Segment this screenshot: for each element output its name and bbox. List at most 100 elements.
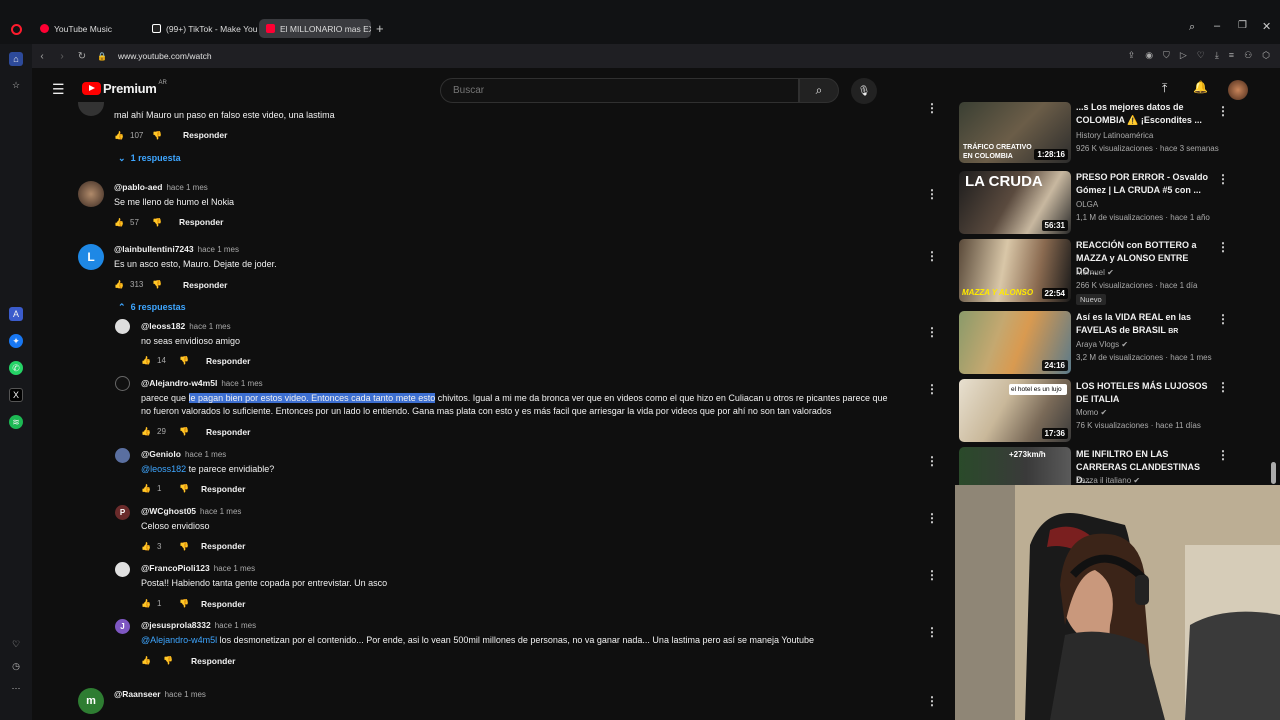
- avatar[interactable]: [78, 181, 104, 207]
- tab-tiktok[interactable]: (99+) TikTok - Make Your D: [145, 19, 257, 38]
- mention-link[interactable]: @leoss182: [141, 464, 186, 474]
- channel-name[interactable]: Momo ✔: [1076, 408, 1107, 417]
- tab-youtube-video[interactable]: El MILLONARIO mas EXC: [259, 19, 371, 38]
- like-icon[interactable]: 👍: [141, 542, 155, 551]
- like-icon[interactable]: 👍: [141, 427, 155, 436]
- pinboard-icon[interactable]: ☆: [9, 78, 23, 92]
- video-thumbnail[interactable]: 24:16: [959, 311, 1071, 374]
- new-tab-button[interactable]: +: [376, 21, 384, 36]
- reply-button[interactable]: Responder: [179, 217, 223, 227]
- video-thumbnail[interactable]: LA CRUDA 56:31: [959, 171, 1071, 234]
- video-thumbnail[interactable]: MAZZA Y ALONSO 22:54: [959, 239, 1071, 302]
- video-title[interactable]: Así es la VIDA REAL en las FAVELAS de BR…: [1076, 311, 1211, 338]
- video-menu-icon[interactable]: ⋮: [1217, 448, 1229, 462]
- notifications-bell-icon[interactable]: 🔔: [1193, 80, 1208, 94]
- extensions-icon[interactable]: ⬡: [1262, 50, 1270, 61]
- reply-button[interactable]: Responder: [201, 599, 245, 609]
- comment-author[interactable]: @lainbullentini7243 hace 1 mes: [114, 244, 239, 254]
- aria-icon[interactable]: A: [9, 307, 23, 321]
- opera-logo-icon[interactable]: [11, 24, 22, 35]
- avatar[interactable]: [115, 448, 130, 463]
- camera-icon[interactable]: ◉: [1145, 50, 1153, 61]
- like-icon[interactable]: 👍: [141, 484, 155, 493]
- comment-menu-icon[interactable]: ⋮: [926, 187, 938, 201]
- avatar[interactable]: [115, 376, 130, 391]
- maximize-button[interactable]: ❐: [1238, 20, 1247, 31]
- like-icon[interactable]: 👍: [141, 356, 155, 365]
- like-icon[interactable]: 👍: [141, 656, 155, 665]
- reply-menu-icon[interactable]: ⋮: [926, 568, 938, 582]
- comment-menu-icon[interactable]: ⋮: [926, 249, 938, 263]
- avatar[interactable]: P: [115, 505, 130, 520]
- close-window-button[interactable]: ✕: [1262, 20, 1271, 33]
- search-input[interactable]: [441, 79, 798, 102]
- player-icon[interactable]: ▷: [1180, 50, 1187, 61]
- avatar[interactable]: J: [115, 619, 130, 634]
- shield-icon[interactable]: ⛉: [1163, 50, 1170, 61]
- more-icon[interactable]: ⋯: [9, 681, 23, 695]
- reload-icon[interactable]: ↻: [72, 51, 92, 62]
- search-button[interactable]: ⌕: [799, 78, 839, 103]
- history-icon[interactable]: ◷: [9, 659, 23, 673]
- url-field[interactable]: www.youtube.com/watch: [118, 51, 212, 61]
- reply-menu-icon[interactable]: ⋮: [926, 454, 938, 468]
- dislike-icon[interactable]: 👎: [152, 280, 166, 289]
- reply-author[interactable]: @leoss182 hace 1 mes: [141, 321, 231, 331]
- messenger-icon[interactable]: ✦: [9, 334, 23, 348]
- youtube-logo[interactable]: Premium AR: [82, 80, 167, 96]
- reply-button[interactable]: Responder: [206, 427, 250, 437]
- avatar[interactable]: L: [78, 244, 104, 270]
- channel-name[interactable]: Mernuel ✔: [1076, 268, 1114, 277]
- reply-button[interactable]: Responder: [201, 541, 245, 551]
- download-icon[interactable]: ⤓: [1215, 50, 1219, 61]
- video-menu-icon[interactable]: ⋮: [1217, 240, 1229, 254]
- like-icon[interactable]: 👍: [114, 280, 128, 289]
- video-thumbnail[interactable]: +273km/h: [959, 447, 1071, 485]
- like-icon[interactable]: 👍: [141, 599, 155, 608]
- dislike-icon[interactable]: 👎: [179, 542, 193, 551]
- channel-name[interactable]: OLGA: [1076, 200, 1098, 209]
- dislike-icon[interactable]: 👎: [152, 131, 166, 140]
- like-icon[interactable]: 👍: [114, 218, 128, 227]
- like-icon[interactable]: 👍: [114, 131, 128, 140]
- reply-author[interactable]: @Geniolo hace 1 mes: [141, 449, 226, 459]
- reply-button[interactable]: Responder: [206, 356, 250, 366]
- dislike-icon[interactable]: 👎: [152, 218, 166, 227]
- profile-icon[interactable]: ⚇: [1244, 50, 1252, 61]
- comment-menu-icon[interactable]: ⋮: [926, 101, 938, 115]
- hide-replies-button[interactable]: ⌃ 6 respuestas: [118, 302, 186, 313]
- account-avatar[interactable]: [1228, 80, 1248, 100]
- channel-name[interactable]: History Latinoamérica: [1076, 131, 1153, 140]
- back-icon[interactable]: ‹: [32, 51, 52, 62]
- dislike-icon[interactable]: 👎: [163, 656, 177, 665]
- mention-link[interactable]: @Alejandro-w4m5l: [141, 635, 217, 645]
- view-replies-button[interactable]: ⌄ 1 respuesta: [118, 153, 181, 164]
- video-menu-icon[interactable]: ⋮: [1217, 104, 1229, 118]
- reply-button[interactable]: Responder: [191, 656, 235, 666]
- comment-menu-icon[interactable]: ⋮: [926, 694, 938, 708]
- x-twitter-icon[interactable]: X: [9, 388, 23, 402]
- video-title[interactable]: ...s Los mejores datos de COLOMBIA ⚠️ ¡E…: [1076, 101, 1211, 127]
- video-title[interactable]: LOS HOTELES MÁS LUJOSOS DE ITALIA: [1076, 380, 1211, 406]
- whatsapp-icon[interactable]: ✆: [9, 361, 23, 375]
- reply-button[interactable]: Responder: [183, 280, 227, 290]
- reply-menu-icon[interactable]: ⋮: [926, 382, 938, 396]
- avatar[interactable]: [115, 319, 130, 334]
- reply-author[interactable]: @WCghost05 hace 1 mes: [141, 506, 241, 516]
- video-menu-icon[interactable]: ⋮: [1217, 172, 1229, 186]
- reply-button[interactable]: Responder: [183, 130, 227, 140]
- avatar[interactable]: [78, 102, 104, 116]
- voice-search-button[interactable]: 🎙: [851, 78, 877, 104]
- dislike-icon[interactable]: 👎: [179, 356, 193, 365]
- video-thumbnail[interactable]: el hotel es un lujo 17:36: [959, 379, 1071, 442]
- avatar[interactable]: [115, 562, 130, 577]
- upload-icon[interactable]: ⤒: [1162, 81, 1167, 96]
- home-icon[interactable]: ⌂: [9, 52, 23, 66]
- avatar[interactable]: m: [78, 688, 104, 714]
- tab-search-icon[interactable]: ⌕: [1189, 21, 1195, 34]
- forward-icon[interactable]: ›: [52, 51, 72, 62]
- reply-menu-icon[interactable]: ⋮: [926, 325, 938, 339]
- dislike-icon[interactable]: 👎: [179, 484, 193, 493]
- hamburger-icon[interactable]: ☰: [52, 81, 65, 98]
- reply-author[interactable]: @Alejandro-w4m5l hace 1 mes: [141, 378, 263, 388]
